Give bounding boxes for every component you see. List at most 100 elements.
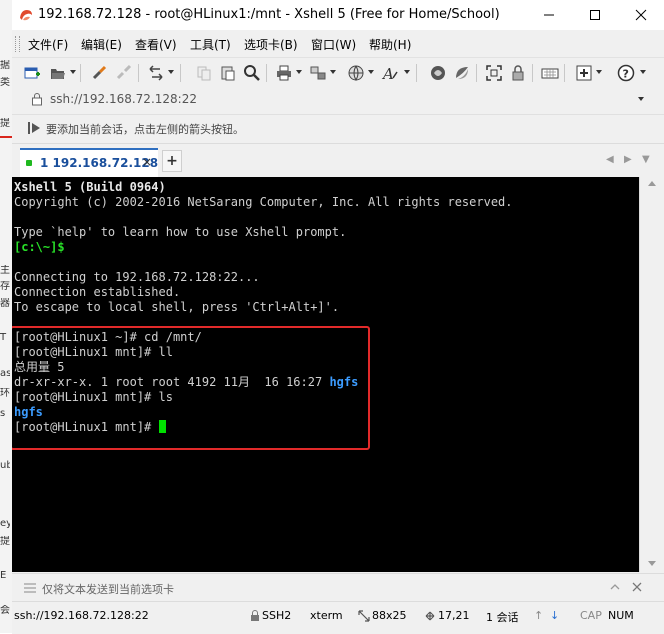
font-icon: A	[381, 65, 398, 82]
address-dropdown-arrow[interactable]	[638, 97, 644, 101]
find-button[interactable]	[242, 63, 262, 83]
status-upload-arrow-icon: ↑	[534, 609, 544, 622]
menu-tools[interactable]: 工具(T)	[190, 36, 231, 53]
status-terminal-type: xterm	[310, 609, 343, 622]
toolbar-separator	[138, 64, 139, 82]
open-session-button[interactable]	[48, 63, 68, 83]
menu-help[interactable]: 帮助(H)	[369, 36, 411, 53]
bg-glyph: s	[0, 408, 6, 419]
compose-close-icon[interactable]	[630, 580, 644, 594]
help-dropdown[interactable]	[640, 70, 646, 74]
add-tab-button[interactable]: +	[162, 150, 182, 172]
scroll-down-icon[interactable]	[648, 561, 656, 566]
status-download-arrow-icon: ↓	[550, 609, 560, 622]
tab-strip: 1 192.168.72.128 × + ◀ ▶ ▼	[12, 143, 664, 177]
tab-label: 1 192.168.72.128	[40, 156, 159, 170]
terminal-line: Connecting to 192.168.72.128:22...	[14, 270, 260, 284]
xshell-app-icon	[20, 10, 32, 21]
font-dropdown[interactable]	[404, 70, 410, 74]
local-prompt: [c:\~]$	[14, 240, 65, 254]
print-dropdown[interactable]	[296, 70, 302, 74]
padlock-icon	[32, 93, 42, 106]
xshell-window: 192.168.72.128 - root@HLinux1:/mnt - Xsh…	[12, 0, 664, 634]
tab-scroll-left-icon[interactable]: ◀	[606, 154, 614, 165]
open-session-dropdown[interactable]	[70, 70, 76, 74]
tab-session-1[interactable]: 1 192.168.72.128 ×	[20, 148, 158, 177]
keyboard-button[interactable]	[540, 63, 560, 83]
tab-scroll-right-icon[interactable]: ▶	[624, 154, 632, 165]
bg-glyph: T	[0, 332, 7, 343]
disconnect-button[interactable]	[114, 63, 134, 83]
resize-icon	[358, 610, 370, 622]
bg-glyph: ey	[0, 518, 10, 529]
xmanager-button[interactable]	[452, 63, 472, 83]
connect-button[interactable]	[90, 63, 110, 83]
compose-menu-icon[interactable]	[22, 580, 38, 596]
status-bar: ssh://192.168.72.128:22 SSH2 xterm 88x25…	[12, 601, 664, 634]
menu-view[interactable]: 查看(V)	[135, 36, 177, 53]
font-button[interactable]: A	[380, 63, 400, 83]
fullscreen-icon	[486, 65, 502, 81]
help-button[interactable]: ?	[616, 63, 636, 83]
maximize-icon	[590, 10, 600, 20]
transfer-dropdown[interactable]	[330, 70, 336, 74]
status-cursor-pos: 17,21	[438, 609, 470, 622]
tab-list-icon[interactable]: ▼	[642, 154, 650, 165]
xftp-button[interactable]	[428, 63, 448, 83]
transfer-button[interactable]	[308, 63, 328, 83]
xftp-icon	[431, 66, 445, 80]
terminal-line: To escape to local shell, press 'Ctrl+Al…	[14, 300, 340, 314]
close-button[interactable]	[618, 0, 664, 30]
menu-tabs[interactable]: 选项卡(B)	[244, 36, 298, 53]
new-tab-dropdown[interactable]	[596, 70, 602, 74]
compose-prev-icon[interactable]	[608, 580, 622, 594]
tab-close-icon[interactable]: ×	[142, 155, 152, 169]
menu-grip[interactable]	[15, 36, 20, 52]
menu-bar: 文件(F) 编辑(E) 查看(V) 工具(T) 选项卡(B) 窗口(W) 帮助(…	[12, 31, 664, 57]
status-num: NUM	[608, 609, 634, 622]
terminal-line: Connection established.	[14, 285, 181, 299]
encoding-dropdown[interactable]	[368, 70, 374, 74]
maximize-button[interactable]	[572, 0, 618, 30]
bg-glyph: ub	[0, 460, 10, 471]
toolbar-separator	[180, 64, 181, 82]
paste-icon	[221, 66, 235, 81]
lock-screen-button[interactable]	[508, 63, 528, 83]
terminal-line: [c:\~]$	[14, 240, 65, 255]
menu-window[interactable]: 窗口(W)	[311, 36, 356, 53]
reconnect-icon	[149, 65, 163, 81]
minimize-button[interactable]	[526, 0, 572, 30]
bg-glyph: 类	[0, 77, 10, 88]
bg-glyph: 会	[0, 605, 10, 616]
bg-glyph: 存	[0, 281, 10, 292]
status-lock-icon	[251, 610, 259, 621]
title-bar[interactable]: 192.168.72.128 - root@HLinux1:/mnt - Xsh…	[12, 0, 664, 30]
scroll-up-icon[interactable]	[648, 181, 656, 186]
terminal-scrollbar[interactable]	[639, 177, 664, 572]
fullscreen-button[interactable]	[484, 63, 504, 83]
new-tab-button[interactable]	[574, 63, 594, 83]
reconnect-button[interactable]	[146, 63, 166, 83]
menu-file[interactable]: 文件(F)	[28, 36, 68, 53]
session-hint-bar: 要添加当前会话，点击左侧的箭头按钮。	[12, 114, 664, 141]
toolbar-separator	[476, 64, 477, 82]
xmanager-icon	[456, 67, 468, 79]
bg-glyph: 主	[0, 265, 10, 276]
add-session-arrow-icon[interactable]	[26, 120, 42, 136]
svg-text:?: ?	[623, 68, 629, 81]
copy-button[interactable]	[194, 63, 214, 83]
bg-red-line	[0, 136, 12, 138]
print-button[interactable]	[274, 63, 294, 83]
address-field[interactable]: ssh://192.168.72.128:22	[26, 89, 646, 109]
compose-input[interactable]: 仅将文本发送到当前选项卡	[42, 581, 174, 597]
encoding-button[interactable]	[346, 63, 366, 83]
paste-button[interactable]	[218, 63, 238, 83]
bg-glyph: 环	[0, 388, 10, 399]
menu-edit[interactable]: 编辑(E)	[81, 36, 122, 53]
cursor-position-icon	[425, 611, 435, 621]
reconnect-dropdown[interactable]	[168, 70, 174, 74]
new-session-button[interactable]	[22, 63, 42, 83]
terminal-area[interactable]: Xshell 5 (Build 0964) Copyright (c) 2002…	[12, 177, 639, 572]
status-protocol: SSH2	[262, 609, 292, 622]
toolbar-separator	[266, 64, 267, 82]
